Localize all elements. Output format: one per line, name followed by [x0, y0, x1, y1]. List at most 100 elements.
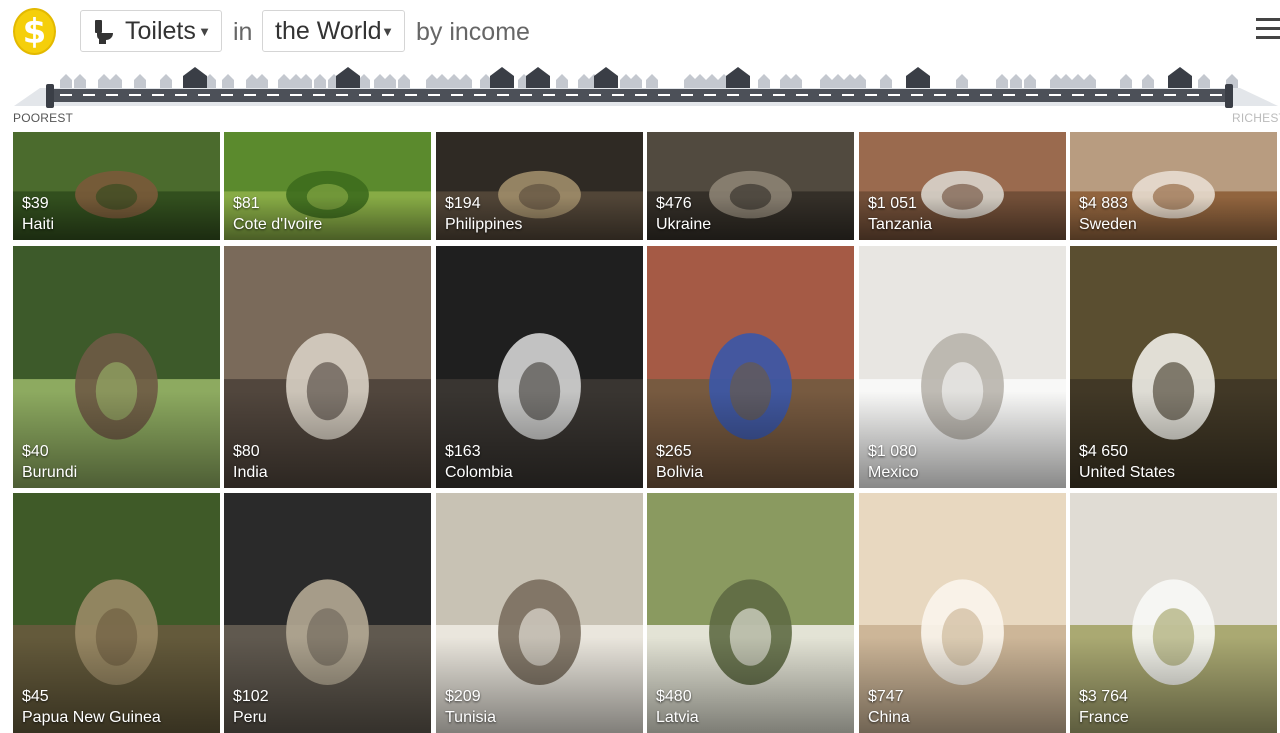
- road-dash: [589, 94, 601, 96]
- photo-card[interactable]: $476 Ukraine: [647, 132, 854, 240]
- country-label: Peru: [233, 709, 267, 726]
- road-dash: [106, 94, 118, 96]
- income-slider-right-handle[interactable]: [1225, 84, 1233, 108]
- thing-select[interactable]: Toilets ▼: [80, 10, 222, 52]
- income-label: $80: [233, 443, 260, 460]
- place-select[interactable]: the World ▼: [262, 10, 405, 52]
- house-icon: [448, 74, 460, 88]
- house-icon: [694, 74, 706, 88]
- house-icon: [1060, 74, 1072, 88]
- photo-card[interactable]: $194 Philippines: [436, 132, 643, 240]
- house-icon: [956, 74, 968, 88]
- road-dash: [129, 94, 141, 96]
- photo-card[interactable]: $4 883 Sweden: [1070, 132, 1277, 240]
- income-label: $1 080: [868, 443, 917, 460]
- country-label: Tunisia: [445, 709, 496, 726]
- income-label: $3 764: [1079, 688, 1128, 705]
- country-label: China: [868, 709, 910, 726]
- road-dash: [658, 94, 670, 96]
- hamburger-menu-icon[interactable]: [1256, 18, 1280, 42]
- house-icon: [222, 74, 234, 88]
- country-label: Sweden: [1079, 216, 1137, 233]
- top-bar: $ Toilets ▼ in the World ▼ by income: [0, 0, 1280, 64]
- photo-card[interactable]: $209 Tunisia: [436, 493, 643, 733]
- house-icon: [74, 74, 86, 88]
- income-label: $265: [656, 443, 692, 460]
- road-dash: [382, 94, 394, 96]
- country-label: Ukraine: [656, 216, 712, 233]
- photo-card[interactable]: $747 China: [859, 493, 1066, 733]
- income-houses: [60, 67, 1238, 88]
- photo-card[interactable]: $480 Latvia: [647, 493, 854, 733]
- income-label: $40: [22, 443, 49, 460]
- income-label: $39: [22, 195, 49, 212]
- photo-card[interactable]: $1 051 Tanzania: [859, 132, 1066, 240]
- house-icon: [1142, 74, 1154, 88]
- income-label: $4 650: [1079, 443, 1128, 460]
- road-dash: [750, 94, 762, 96]
- road-dash: [612, 94, 624, 96]
- road-dash: [244, 94, 256, 96]
- country-label: Papua New Guinea: [22, 709, 161, 726]
- road-dash: [957, 94, 969, 96]
- house-icon: [726, 67, 750, 88]
- photo-card[interactable]: $265 Bolivia: [647, 246, 854, 488]
- photo-card[interactable]: $1 080 Mexico: [859, 246, 1066, 488]
- photo-card[interactable]: $3 764 France: [1070, 493, 1277, 733]
- road-dash: [474, 94, 486, 96]
- road-dash: [175, 94, 187, 96]
- dollar-street-logo[interactable]: $: [13, 8, 56, 55]
- road-dash: [1187, 94, 1199, 96]
- house-icon: [1024, 74, 1036, 88]
- house-icon: [398, 74, 410, 88]
- road-dash: [405, 94, 417, 96]
- country-label: Colombia: [445, 464, 513, 481]
- photo-card[interactable]: $80 India: [224, 246, 431, 488]
- road-dash: [635, 94, 647, 96]
- photo-card[interactable]: $81 Cote d'Ivoire: [224, 132, 431, 240]
- income-slider-left-handle[interactable]: [46, 84, 54, 108]
- photo-card[interactable]: $45 Papua New Guinea: [13, 493, 220, 733]
- road-dash: [83, 94, 95, 96]
- house-icon: [314, 74, 326, 88]
- income-label: $163: [445, 443, 481, 460]
- income-label: $209: [445, 688, 481, 705]
- photo-card[interactable]: $102 Peru: [224, 493, 431, 733]
- house-icon: [1072, 74, 1084, 88]
- income-label: $45: [22, 688, 49, 705]
- house-icon: [183, 67, 207, 88]
- house-icon: [490, 67, 514, 88]
- photo-card[interactable]: $40 Burundi: [13, 246, 220, 488]
- road-dash: [681, 94, 693, 96]
- house-icon: [630, 74, 642, 88]
- road-dash: [773, 94, 785, 96]
- country-label: Latvia: [656, 709, 699, 726]
- house-icon: [1168, 67, 1192, 88]
- road-dash: [290, 94, 302, 96]
- chevron-down-icon: ▼: [381, 24, 394, 39]
- country-label: Philippines: [445, 216, 523, 233]
- house-icon: [1010, 74, 1022, 88]
- thing-select-value: Toilets: [125, 16, 196, 45]
- house-icon: [906, 67, 930, 88]
- by-income-label: by income: [416, 18, 530, 46]
- road-dash: [497, 94, 509, 96]
- house-icon: [110, 74, 122, 88]
- road-dash: [1003, 94, 1015, 96]
- photo-card[interactable]: $39 Haiti: [13, 132, 220, 240]
- country-label: India: [233, 464, 268, 481]
- income-label: $476: [656, 195, 692, 212]
- photo-card[interactable]: $163 Colombia: [436, 246, 643, 488]
- road-dash: [543, 94, 555, 96]
- house-icon: [300, 74, 312, 88]
- road-dash: [727, 94, 739, 96]
- house-icon: [706, 74, 718, 88]
- in-label: in: [233, 18, 253, 46]
- house-icon: [996, 74, 1008, 88]
- house-icon: [594, 67, 618, 88]
- house-icon: [758, 74, 770, 88]
- photo-card[interactable]: $4 650 United States: [1070, 246, 1277, 488]
- income-scale[interactable]: [0, 64, 1280, 130]
- road-dash: [152, 94, 164, 96]
- road-dash: [267, 94, 279, 96]
